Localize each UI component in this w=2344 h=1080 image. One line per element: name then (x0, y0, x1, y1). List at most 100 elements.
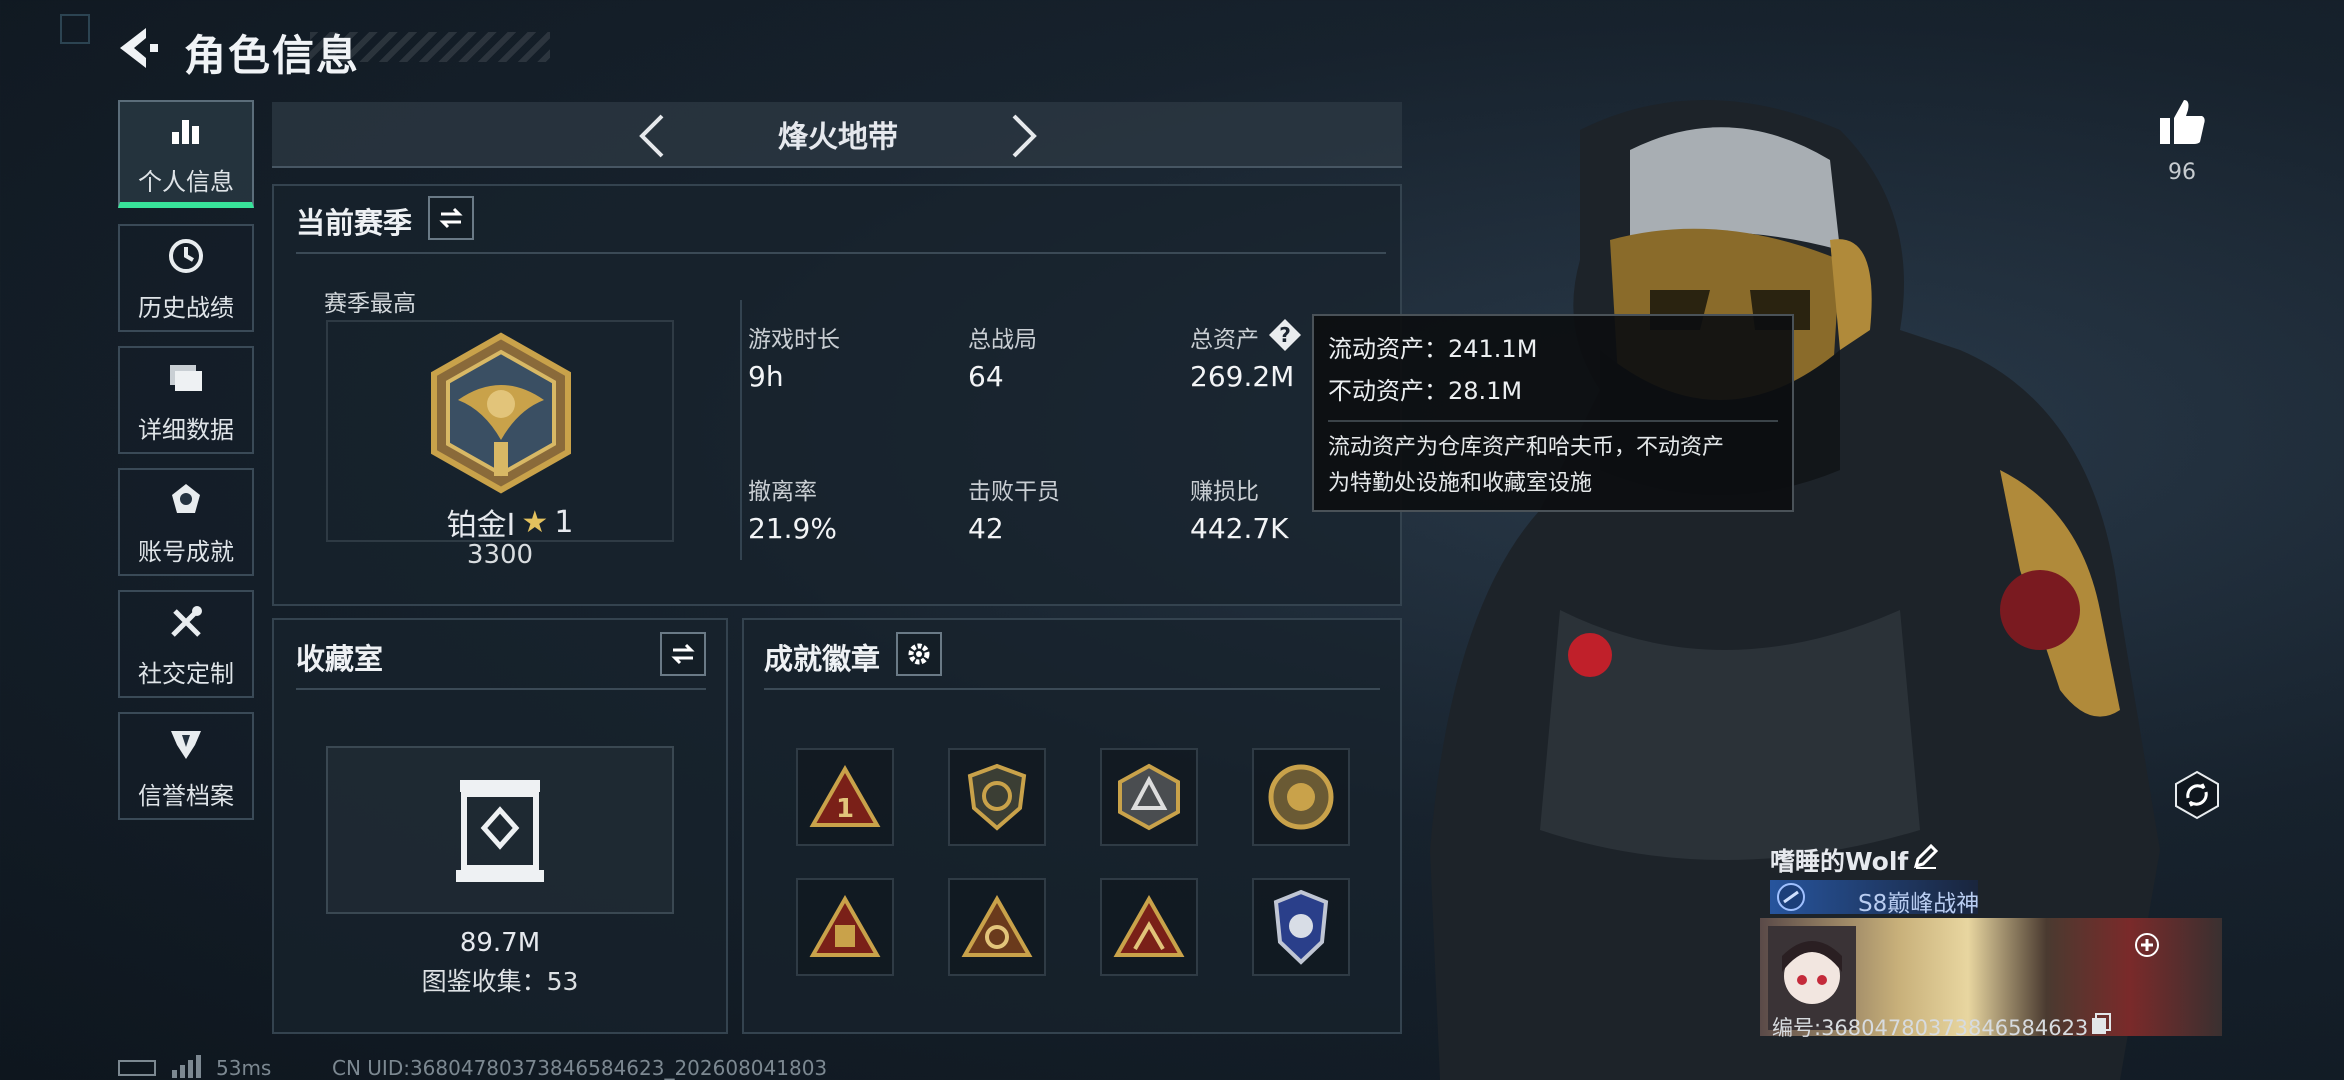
tooltip-liquid: 流动资产：241.1M (1328, 335, 1538, 363)
asset-help-button[interactable]: ? (1268, 318, 1302, 352)
reputation-icon (164, 722, 208, 766)
sidebar-item-label: 详细数据 (138, 415, 234, 444)
rotate-model-button[interactable] (2172, 770, 2222, 820)
stat-label: 总战局 (968, 327, 1037, 353)
chevron-left-icon (639, 114, 664, 158)
season-switch-button[interactable] (428, 196, 474, 240)
corner-decoration (60, 14, 90, 44)
copy-id-button[interactable] (2090, 1012, 2112, 1036)
star-icon: ★ (521, 504, 549, 540)
collection-value: 89.7M (459, 928, 541, 958)
stat-value: 64 (968, 360, 1004, 393)
badge-slot[interactable] (1252, 748, 1350, 846)
stat-value: 21.9% (748, 512, 837, 545)
add-banner-button[interactable] (2134, 932, 2160, 958)
rank-name: 铂金Ⅰ (446, 508, 516, 543)
mode-next-button[interactable] (1004, 110, 1044, 162)
page-title: 角色信息 (184, 31, 361, 80)
sidebar-item-achievements[interactable]: 账号成就 (118, 468, 254, 576)
badge-slot[interactable] (1252, 878, 1350, 976)
tools-icon (164, 600, 208, 644)
ping-text: 53ms (216, 1056, 272, 1080)
badge-slot[interactable] (948, 748, 1046, 846)
sidebar-item-detail-data[interactable]: 详细数据 (118, 346, 254, 454)
badge-slot[interactable] (796, 878, 894, 976)
back-button[interactable] (112, 22, 162, 74)
like-count: 96 (2168, 160, 2196, 185)
stat-value: 42 (968, 512, 1004, 545)
triangle-badge-icon (961, 895, 1033, 957)
triangle-badge-icon (1113, 895, 1185, 957)
gear-icon (908, 643, 930, 665)
history-icon (164, 234, 208, 278)
thumbs-up-icon (2160, 100, 2205, 144)
svg-text:?: ? (1279, 323, 1291, 347)
collection-title: 收藏室 (296, 642, 384, 676)
stats-divider (740, 300, 742, 560)
folder-icon (164, 356, 208, 400)
tooltip-desc-line: 为特勤处设施和收藏室设施 (1328, 471, 1593, 496)
stat-value: 269.2M (1190, 360, 1295, 393)
question-icon: ? (1269, 319, 1301, 351)
bar-chart-icon (164, 108, 208, 152)
badge-slot[interactable]: 1 (796, 748, 894, 846)
sidebar-item-social[interactable]: 社交定制 (118, 590, 254, 698)
stat-label: 游戏时长 (748, 327, 840, 353)
player-id: 编号:3680478037384658462​3 (1772, 1016, 2089, 1040)
rank-emblem (418, 330, 584, 496)
sidebar-item-personal-info[interactable]: 个人信息 (118, 100, 254, 208)
stat-label: 总资产 (1190, 327, 1259, 353)
round-badge-icon (1268, 764, 1334, 830)
badge-slot[interactable] (1100, 748, 1198, 846)
pencil-icon (1913, 843, 1939, 869)
stat-label: 赚损比 (1190, 479, 1259, 505)
stat-value: 442.7K (1190, 512, 1289, 545)
sidebar-item-history[interactable]: 历史战绩 (118, 224, 254, 332)
stat-label: 撤离率 (748, 479, 817, 505)
collection-catalog: 图鉴收集：53 (421, 967, 579, 996)
badge-slot[interactable] (1100, 878, 1198, 976)
mode-prev-button[interactable] (632, 110, 672, 162)
sidebar-item-label: 信誉档案 (138, 781, 234, 810)
player-name: 嗜睡的Wolf (1770, 847, 1909, 876)
switch-icon (671, 643, 695, 665)
badges-settings-button[interactable] (896, 632, 942, 676)
like-button[interactable] (2156, 96, 2208, 148)
shield-badge-icon (967, 763, 1027, 831)
switch-icon (439, 207, 463, 229)
chevron-right-icon (1012, 114, 1037, 158)
rotate-icon (2175, 770, 2219, 820)
divider (296, 252, 1386, 254)
season-title: 当前赛季 (296, 206, 413, 240)
back-arrow-icon (120, 28, 158, 68)
tooltip-description: 流动资产为仓库资产和哈夫币，不动资产 为特勤处设施和收藏室设施 (1328, 420, 1778, 502)
triangle-badge-icon: 1 (809, 765, 881, 827)
uid-text: CN UID:3680478037384658462​3_20260804180… (332, 1056, 828, 1080)
divider (296, 688, 706, 690)
season-best-label: 赛季最高 (324, 291, 416, 317)
battery-icon (118, 1060, 156, 1076)
badges-title: 成就徽章 (764, 642, 881, 676)
divider (764, 688, 1380, 690)
rank-score: 3300 (466, 540, 534, 570)
plus-circle-icon (2135, 933, 2159, 957)
vault-icon (452, 776, 548, 886)
sidebar-item-label: 历史战绩 (138, 293, 234, 322)
collection-switch-button[interactable] (660, 632, 706, 676)
copy-icon (2092, 1013, 2111, 1034)
stat-value: 9h (748, 360, 784, 393)
badge-slot[interactable] (948, 878, 1046, 976)
edit-name-button[interactable] (1912, 842, 1940, 870)
sidebar-item-reputation[interactable]: 信誉档案 (118, 712, 254, 820)
achievement-icon (164, 478, 208, 522)
stat-label: 击败干员 (968, 479, 1060, 505)
rank-stars: 1 (554, 504, 574, 540)
tooltip-desc-line: 流动资产为仓库资产和哈夫币，不动资产 (1328, 435, 1725, 460)
mode-label: 烽火地带 (778, 120, 898, 155)
title-badge-text: S8巅峰战神 (1858, 891, 1980, 917)
sidebar-item-label: 个人信息 (138, 167, 234, 196)
title-badge-icon (1776, 882, 1806, 912)
asset-tooltip: 流动资产：241.1M 不动资产：28.1M 流动资产为仓库资产和哈夫币，不动资… (1312, 314, 1794, 512)
hex-badge-icon (1118, 763, 1180, 831)
rank-row: 铂金Ⅰ ★ 1 (420, 500, 600, 544)
